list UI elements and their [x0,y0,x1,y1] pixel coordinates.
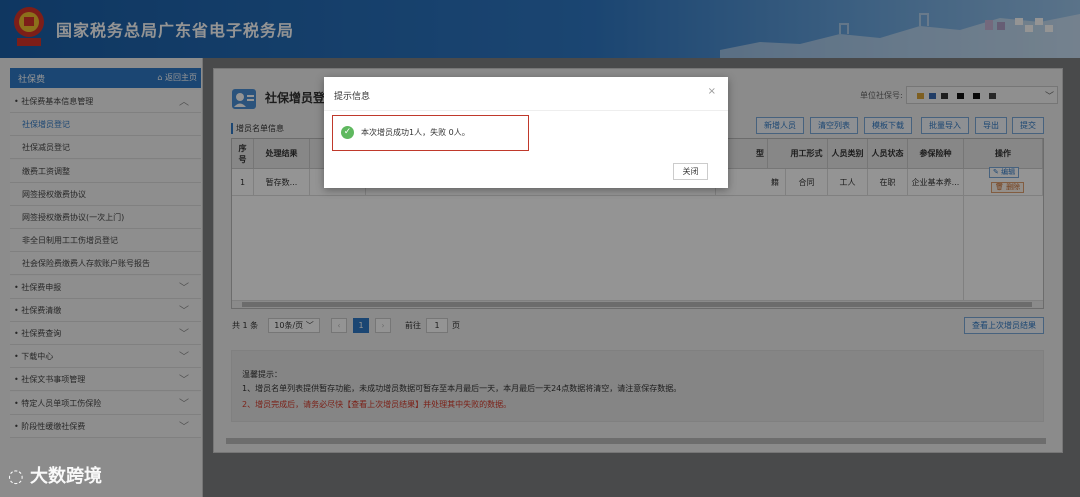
dialog-divider [324,110,728,111]
info-dialog: 提示信息 × ✓ 本次增员成功1人，失败 0人。 关闭 [324,77,728,188]
close-icon[interactable]: × [708,86,716,97]
watermark-logo: ◌ 大数跨境 [8,466,102,487]
dialog-close-button[interactable]: 关闭 [673,163,708,180]
watermark-text: 大数跨境 [29,466,102,487]
result-message: 本次增员成功1人，失败 0人。 [361,128,470,137]
check-circle-icon: ✓ [341,126,354,139]
result-message-box: ✓ 本次增员成功1人，失败 0人。 [332,115,529,151]
dialog-title: 提示信息 [334,92,371,102]
modal-overlay [0,0,1080,497]
